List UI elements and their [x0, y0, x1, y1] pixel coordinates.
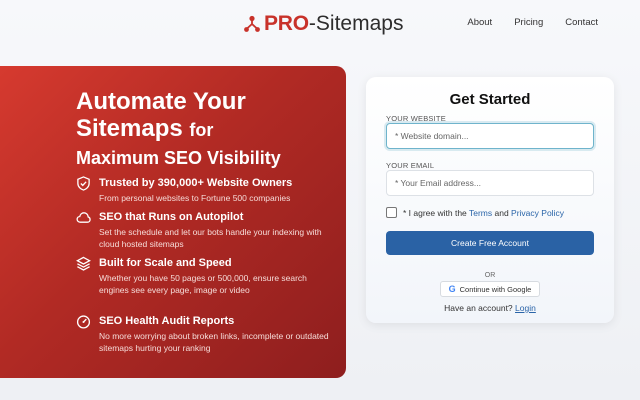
- logo[interactable]: PRO -Sitemaps: [243, 11, 403, 37]
- gauge-icon: [76, 315, 91, 329]
- feature-trusted: Trusted by 390,000+ Website Owners From …: [76, 176, 338, 204]
- nav-pricing[interactable]: Pricing: [514, 17, 543, 28]
- feature-scale: Built for Scale and Speed Whether you ha…: [76, 256, 338, 296]
- google-button-label: Continue with Google: [459, 284, 532, 294]
- sitemap-logo-icon: [244, 15, 260, 32]
- logo-text: -Sitemaps: [308, 12, 404, 35]
- agree-checkbox[interactable]: [386, 207, 397, 218]
- feature-title: SEO Health Audit Reports: [99, 315, 235, 327]
- feature-desc: Whether you have 50 pages or 500,000, en…: [99, 273, 307, 295]
- hero-title-for: for: [189, 120, 214, 140]
- google-signin-button[interactable]: G Continue with Google: [440, 281, 540, 297]
- shield-check-icon: [77, 176, 90, 191]
- signup-card: Get Started YOUR WEBSITE YOUR EMAIL * I …: [366, 77, 614, 323]
- nav-contact[interactable]: Contact: [565, 17, 598, 28]
- website-label: YOUR WEBSITE: [386, 114, 446, 123]
- feature-title: Trusted by 390,000+ Website Owners: [99, 177, 293, 189]
- google-icon: G: [448, 284, 456, 294]
- hero-title-line1: Automate Your: [76, 88, 246, 115]
- feature-audit: SEO Health Audit Reports No more worryin…: [76, 314, 338, 354]
- email-label: YOUR EMAIL: [386, 161, 435, 170]
- top-nav: About Pricing Contact: [467, 17, 598, 28]
- email-input[interactable]: [386, 170, 594, 196]
- or-divider: OR: [484, 272, 496, 279]
- agree-text: * I agree with the Terms and Privacy Pol…: [403, 208, 564, 218]
- hero-title-line2: Sitemaps for: [76, 115, 336, 144]
- feature-desc: Set the schedule and let our bots handle…: [99, 227, 322, 249]
- have-account-text: Have an account?: [444, 303, 516, 313]
- feature-desc: From personal websites to Fortune 500 co…: [99, 193, 291, 203]
- card-title: Get Started: [449, 91, 531, 108]
- login-link[interactable]: Login: [515, 303, 536, 313]
- feature-title: Built for Scale and Speed: [99, 257, 232, 269]
- create-account-button[interactable]: Create Free Account: [386, 231, 594, 255]
- privacy-link[interactable]: Privacy Policy: [511, 208, 564, 218]
- terms-link[interactable]: Terms: [469, 208, 492, 218]
- cloud-icon: [76, 212, 91, 223]
- nav-about[interactable]: About: [467, 17, 492, 28]
- agree-prefix: * I agree with the: [403, 208, 469, 218]
- hero-title-line3: Maximum SEO Visibility: [76, 148, 281, 168]
- logo-text-bold: PRO: [264, 12, 309, 35]
- feature-autopilot: SEO that Runs on Autopilot Set the sched…: [76, 210, 338, 250]
- website-input[interactable]: [386, 123, 594, 149]
- hero-title-sitemaps: Sitemaps: [76, 115, 183, 142]
- login-prompt: Have an account? Login: [366, 303, 614, 313]
- agree-and: and: [492, 208, 512, 218]
- feature-desc: No more worrying about broken links, inc…: [99, 331, 329, 353]
- layers-icon: [76, 256, 91, 271]
- feature-title: SEO that Runs on Autopilot: [99, 211, 244, 223]
- site-header: PRO -Sitemaps About Pricing Contact: [0, 0, 640, 48]
- hero-title: Automate Your Sitemaps for Maximum SEO V…: [76, 88, 336, 172]
- hero-panel: Automate Your Sitemaps for Maximum SEO V…: [0, 66, 346, 378]
